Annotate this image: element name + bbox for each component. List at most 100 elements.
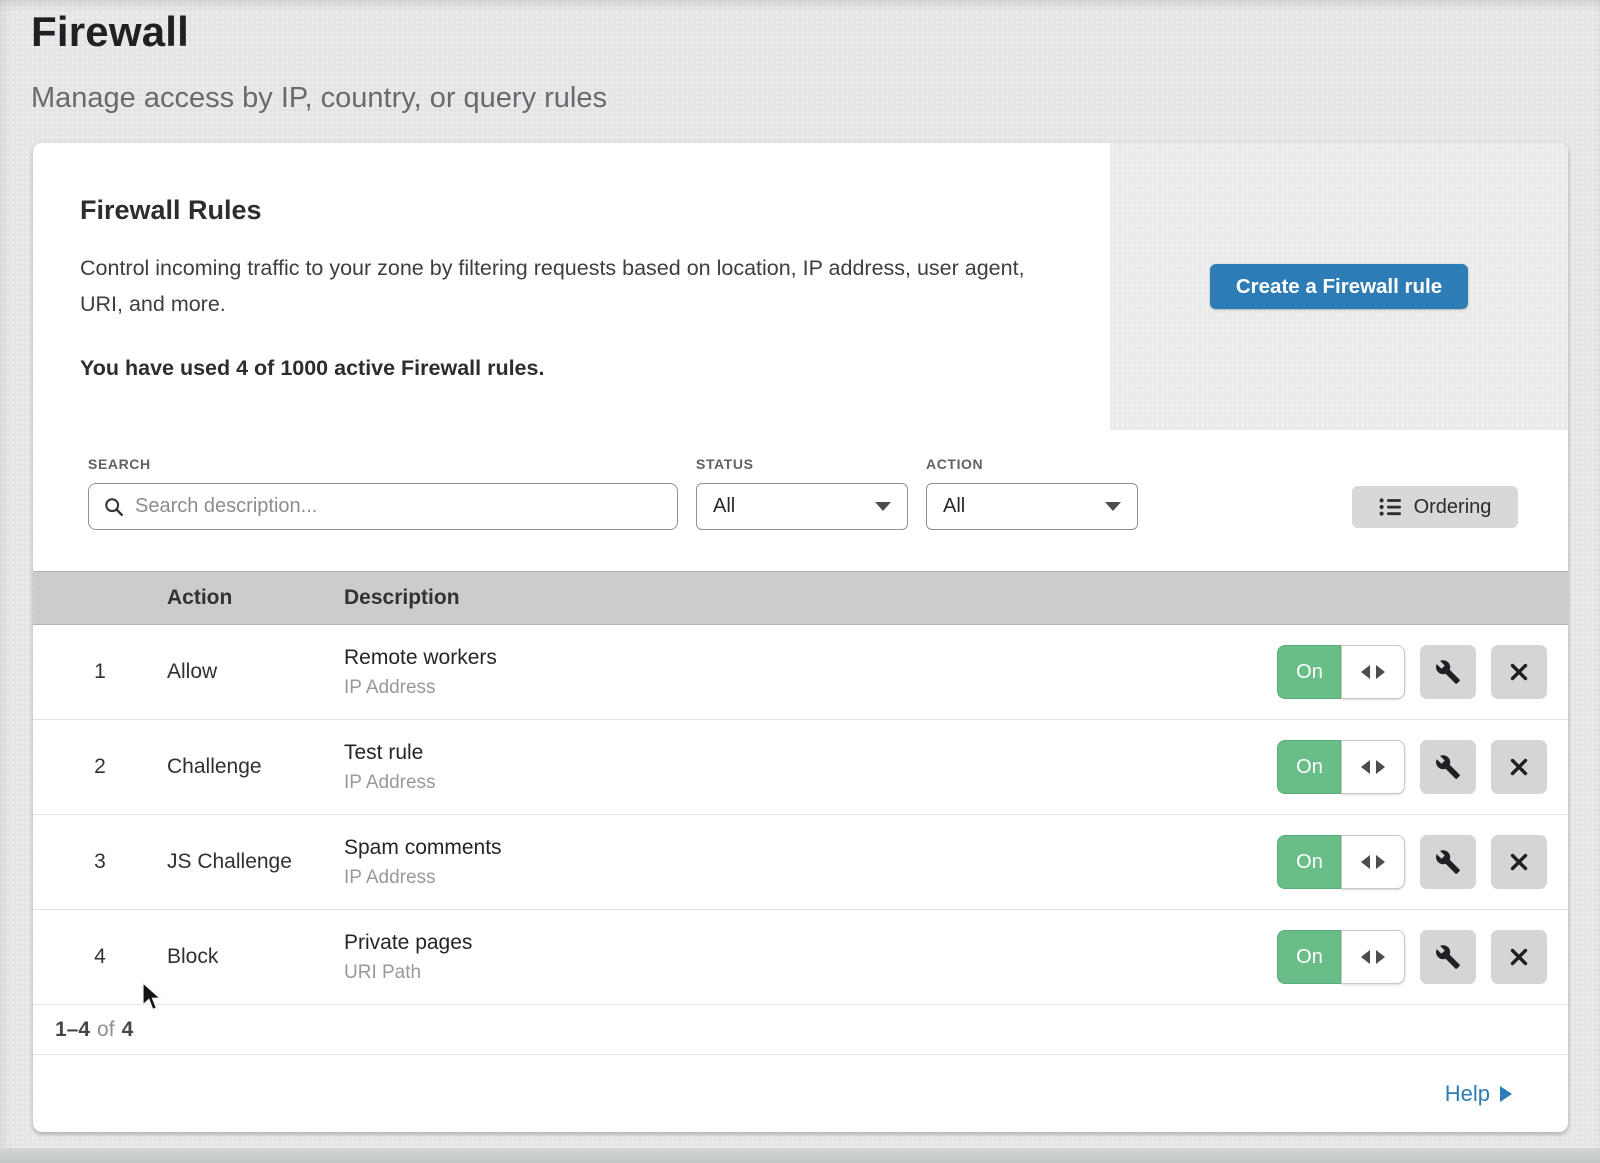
arrow-right-icon [1376,950,1385,964]
rule-controls: On [1277,930,1568,984]
status-label: STATUS [696,456,754,472]
arrow-right-icon [1500,1086,1512,1102]
pagination-of: of [97,1018,115,1042]
hero-content: Firewall Rules Control incoming traffic … [80,195,1070,381]
rule-description: Spam comments [344,836,1277,860]
close-icon [1507,945,1531,969]
page-background: Firewall Manage access by IP, country, o… [0,0,1600,1163]
edit-rule-button[interactable] [1420,930,1476,984]
table-row: 1 Allow Remote workers IP Address On [33,625,1568,720]
rule-enabled-toggle[interactable]: On [1277,835,1405,889]
rule-description-cell: Test rule IP Address [344,741,1277,794]
wrench-icon [1435,659,1461,685]
edit-rule-button[interactable] [1420,645,1476,699]
edit-rule-button[interactable] [1420,740,1476,794]
rule-match-type: URI Path [344,962,1277,984]
rule-action: Allow [167,660,344,684]
description-column-header: Description [344,586,1568,610]
pagination-total: 4 [122,1018,134,1042]
toggle-on-label: On [1277,645,1341,699]
delete-rule-button[interactable] [1491,835,1547,889]
arrow-right-icon [1376,665,1385,679]
arrow-left-icon [1361,760,1370,774]
rule-description: Remote workers [344,646,1277,670]
rule-action: Block [167,945,344,969]
rules-list: 1 Allow Remote workers IP Address On [33,625,1568,1005]
search-label: SEARCH [88,456,151,472]
action-label: ACTION [926,456,983,472]
rule-priority: 2 [33,755,167,779]
rule-priority: 1 [33,660,167,684]
wrench-icon [1435,849,1461,875]
wrench-icon [1435,944,1461,970]
toggle-on-label: On [1277,930,1341,984]
rule-priority: 3 [33,850,167,874]
delete-rule-button[interactable] [1491,645,1547,699]
toggle-on-label: On [1277,740,1341,794]
card-footer: Help [33,1055,1568,1132]
arrow-left-icon [1361,855,1370,869]
toggle-arrows-icon[interactable] [1341,930,1405,984]
rule-priority: 4 [33,945,167,969]
firewall-rules-card: Create a Firewall rule Firewall Rules Co… [33,143,1568,1132]
search-input[interactable] [135,495,663,518]
rule-description-cell: Private pages URI Path [344,931,1277,984]
close-icon [1507,850,1531,874]
arrow-right-icon [1376,855,1385,869]
rule-controls: On [1277,835,1568,889]
rule-description-cell: Remote workers IP Address [344,646,1277,699]
rule-enabled-toggle[interactable]: On [1277,740,1405,794]
usage-summary: You have used 4 of 1000 active Firewall … [80,356,1070,381]
chevron-down-icon [875,502,891,511]
card-heading: Firewall Rules [80,195,1070,226]
arrow-left-icon [1361,950,1370,964]
close-icon [1507,660,1531,684]
rule-description: Test rule [344,741,1277,765]
status-select[interactable]: All [696,483,908,530]
rule-match-type: IP Address [344,772,1277,794]
card-description: Control incoming traffic to your zone by… [80,250,1025,322]
ordering-button-label: Ordering [1414,496,1492,519]
rule-description: Private pages [344,931,1277,955]
page-subtitle: Manage access by IP, country, or query r… [31,82,607,115]
rule-controls: On [1277,645,1568,699]
rule-enabled-toggle[interactable]: On [1277,930,1405,984]
rule-description-cell: Spam comments IP Address [344,836,1277,889]
action-selected-value: All [943,495,1105,518]
toggle-arrows-icon[interactable] [1341,835,1405,889]
pagination: 1–4 of 4 [33,1005,1568,1055]
wrench-icon [1435,754,1461,780]
window-bottom-edge [0,1148,1600,1163]
rule-match-type: IP Address [344,677,1277,699]
action-select[interactable]: All [926,483,1138,530]
close-icon [1507,755,1531,779]
rule-enabled-toggle[interactable]: On [1277,645,1405,699]
filters-bar: SEARCH STATUS All ACTION All [33,430,1568,571]
toggle-on-label: On [1277,835,1341,889]
table-row: 3 JS Challenge Spam comments IP Address … [33,815,1568,910]
page-title: Firewall [31,8,607,56]
search-box [88,483,678,530]
edit-rule-button[interactable] [1420,835,1476,889]
help-link[interactable]: Help [1445,1081,1512,1107]
create-firewall-rule-button[interactable]: Create a Firewall rule [1210,264,1468,309]
chevron-down-icon [1105,502,1121,511]
delete-rule-button[interactable] [1491,930,1547,984]
ordering-button[interactable]: Ordering [1352,486,1518,528]
pagination-range: 1–4 [55,1018,90,1042]
toggle-arrows-icon[interactable] [1341,740,1405,794]
hero-section: Create a Firewall rule Firewall Rules Co… [33,143,1568,430]
action-column-header: Action [167,586,344,610]
table-row: 4 Block Private pages URI Path On [33,910,1568,1005]
hero-side-panel: Create a Firewall rule [1110,143,1568,430]
rule-action: Challenge [167,755,344,779]
rule-action: JS Challenge [167,850,344,874]
arrow-right-icon [1376,760,1385,774]
status-selected-value: All [713,495,875,518]
page-header: Firewall Manage access by IP, country, o… [31,8,607,115]
table-row: 2 Challenge Test rule IP Address On [33,720,1568,815]
arrow-left-icon [1361,665,1370,679]
delete-rule-button[interactable] [1491,740,1547,794]
rule-controls: On [1277,740,1568,794]
toggle-arrows-icon[interactable] [1341,645,1405,699]
